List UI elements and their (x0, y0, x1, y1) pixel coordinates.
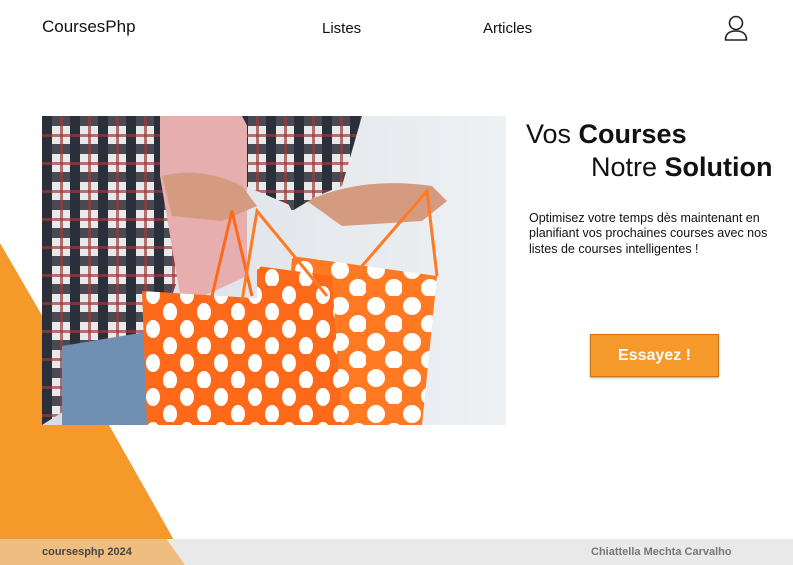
footer-copyright: coursesphp 2024 (42, 546, 132, 558)
headline-line-2: Notre Solution (591, 151, 773, 183)
user-icon (724, 15, 748, 41)
hero-image (42, 116, 506, 425)
hero-description: Optimisez votre temps dès maintenant en … (529, 210, 768, 256)
footer-author: Chiattella Mechta Carvalho (591, 546, 732, 558)
nav-link-listes[interactable]: Listes (322, 20, 361, 37)
headline-bold-1: Courses (578, 119, 687, 149)
headline-prefix-2: Notre (591, 152, 665, 182)
headline-bold-2: Solution (664, 152, 773, 182)
brand-logo[interactable]: CoursesPhp (42, 17, 136, 37)
nav-link-articles[interactable]: Articles (483, 20, 532, 37)
headline-prefix-1: Vos (526, 119, 579, 149)
user-account-button[interactable] (723, 14, 749, 42)
try-button[interactable]: Essayez ! (590, 334, 719, 377)
page-footer: coursesphp 2024 Chiattella Mechta Carval… (0, 539, 793, 565)
headline-line-1: Vos Courses (526, 118, 687, 150)
